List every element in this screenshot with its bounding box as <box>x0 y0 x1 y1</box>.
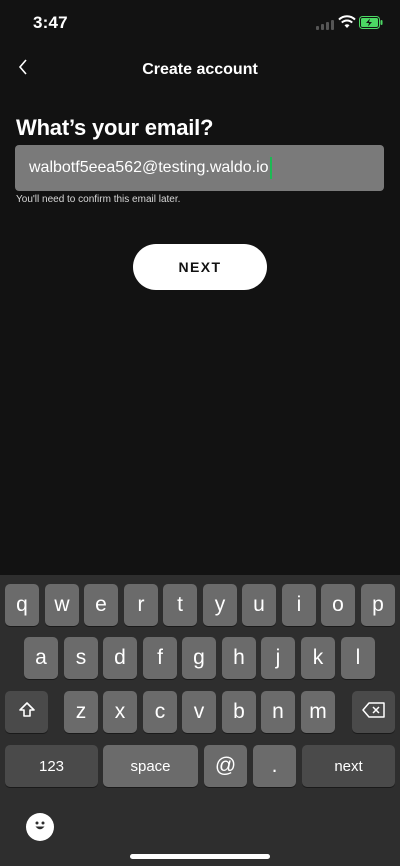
key-o[interactable]: o <box>321 584 355 626</box>
email-heading: What’s your email? <box>16 115 214 140</box>
key-e[interactable]: e <box>84 584 118 626</box>
key-w[interactable]: w <box>45 584 79 626</box>
key-r[interactable]: r <box>124 584 158 626</box>
wifi-icon <box>338 15 356 29</box>
key-t[interactable]: t <box>163 584 197 626</box>
signal-icon <box>316 20 334 30</box>
home-indicator <box>130 854 270 859</box>
key-l[interactable]: l <box>341 637 375 679</box>
shift-icon <box>18 701 36 723</box>
key-v[interactable]: v <box>182 691 216 733</box>
key-d[interactable]: d <box>103 637 137 679</box>
at-key[interactable]: @ <box>204 745 247 787</box>
page-title: Create account <box>142 61 258 78</box>
backspace-key[interactable] <box>352 691 395 733</box>
key-z[interactable]: z <box>64 691 98 733</box>
key-k[interactable]: k <box>301 637 335 679</box>
email-helper-text: You'll need to confirm this email later. <box>16 194 181 205</box>
key-b[interactable]: b <box>222 691 256 733</box>
key-g[interactable]: g <box>182 637 216 679</box>
key-q[interactable]: q <box>5 584 39 626</box>
space-key[interactable]: space <box>103 745 198 787</box>
key-j[interactable]: j <box>261 637 295 679</box>
key-c[interactable]: c <box>143 691 177 733</box>
key-m[interactable]: m <box>301 691 335 733</box>
emoji-icon <box>30 815 50 840</box>
key-s[interactable]: s <box>64 637 98 679</box>
key-i[interactable]: i <box>282 584 316 626</box>
key-f[interactable]: f <box>143 637 177 679</box>
backspace-icon <box>361 702 386 722</box>
key-p[interactable]: p <box>361 584 395 626</box>
next-key[interactable]: next <box>302 745 395 787</box>
emoji-key[interactable] <box>26 813 54 841</box>
shift-key[interactable] <box>5 691 48 733</box>
next-button[interactable]: NEXT <box>133 244 267 290</box>
key-n[interactable]: n <box>261 691 295 733</box>
email-field[interactable]: walbotf5eea562@testing.waldo.io <box>15 145 384 191</box>
email-value: walbotf5eea562@testing.waldo.io <box>29 159 269 176</box>
dot-key[interactable]: . <box>253 745 296 787</box>
key-u[interactable]: u <box>242 584 276 626</box>
key-y[interactable]: y <box>203 584 237 626</box>
status-time: 3:47 <box>33 13 68 32</box>
text-caret <box>269 157 272 179</box>
key-h[interactable]: h <box>222 637 256 679</box>
numbers-key[interactable]: 123 <box>5 745 98 787</box>
key-a[interactable]: a <box>24 637 58 679</box>
key-x[interactable]: x <box>103 691 137 733</box>
battery-charging-icon <box>359 16 383 29</box>
